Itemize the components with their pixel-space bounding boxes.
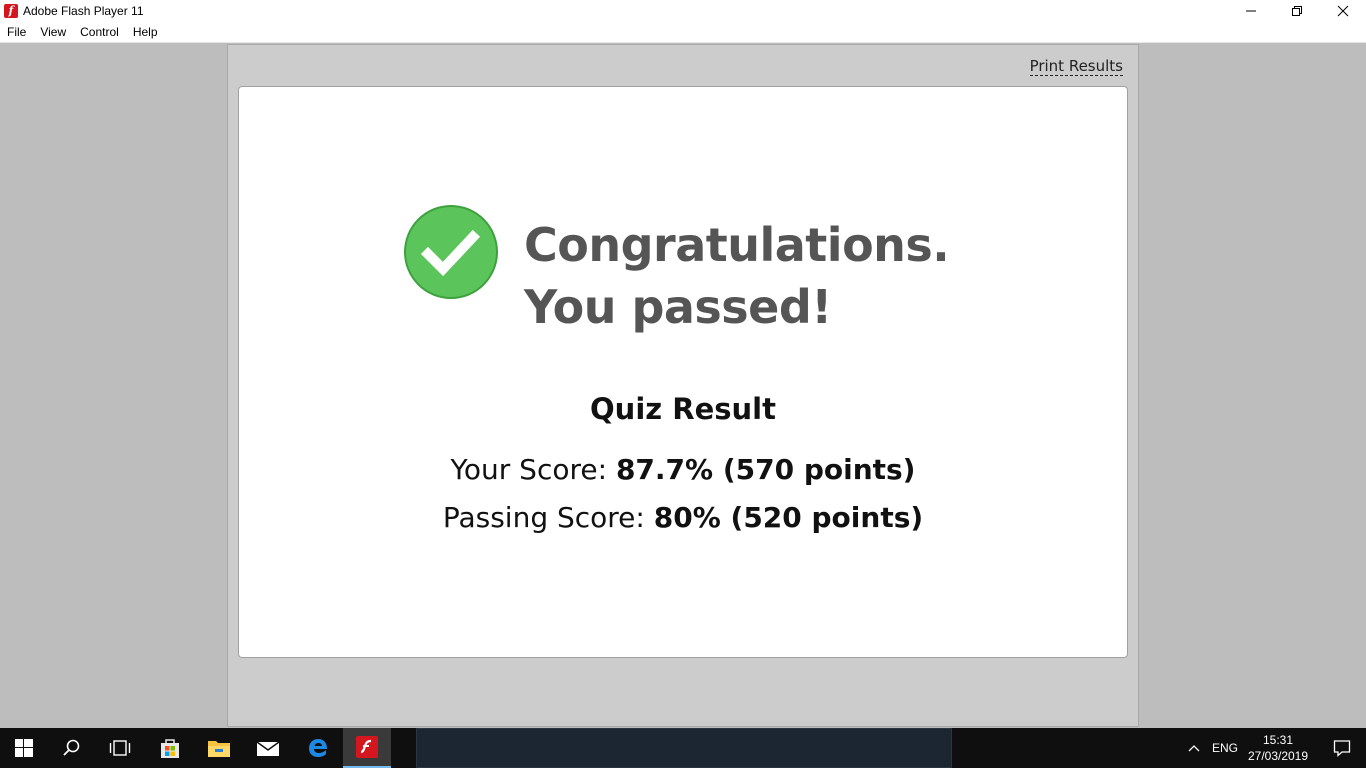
menu-help[interactable]: Help — [126, 22, 165, 43]
flash-player-taskbar-icon[interactable] — [343, 728, 391, 768]
restore-button[interactable] — [1274, 0, 1320, 22]
quiz-result-panel: Congratulations. You passed! Quiz Result… — [238, 86, 1128, 658]
print-results-link[interactable]: Print Results — [1029, 57, 1123, 76]
quiz-result-title: Quiz Result — [590, 392, 776, 426]
taskbar-window-preview — [416, 728, 952, 768]
your-score-line: Your Score: 87.7% (570 points) — [239, 453, 1127, 486]
search-icon[interactable] — [48, 728, 96, 768]
language-indicator[interactable]: ENG — [1212, 741, 1238, 755]
close-button[interactable] — [1320, 0, 1366, 22]
title-bar: f Adobe Flash Player 11 — [0, 0, 1366, 22]
your-score-value: 87.7% (570 points) — [615, 453, 916, 486]
passing-score-label: Passing Score: — [442, 501, 645, 534]
taskbar: ENG 15:31 27/03/2019 — [0, 728, 1366, 768]
flash-stage: Print Results Congratulations. You passe… — [227, 44, 1139, 727]
headline-line-1: Congratulations. — [524, 218, 950, 272]
restore-icon — [1292, 6, 1302, 16]
menu-bar: File View Control Help — [0, 22, 1366, 43]
chevron-up-icon[interactable] — [1182, 728, 1206, 768]
store-icon[interactable] — [146, 728, 194, 768]
menu-view[interactable]: View — [33, 22, 73, 43]
window-controls — [1228, 0, 1366, 22]
action-center-icon[interactable] — [1318, 728, 1366, 768]
congratulations-heading: Congratulations. You passed! — [524, 214, 950, 338]
menu-control[interactable]: Control — [73, 22, 126, 43]
flash-player-icon: f — [4, 4, 18, 18]
your-score-label: Your Score: — [450, 453, 608, 486]
minimize-button[interactable] — [1228, 0, 1274, 22]
passing-score-line: Passing Score: 80% (520 points) — [239, 501, 1127, 534]
menu-file[interactable]: File — [0, 22, 33, 43]
task-view-icon[interactable] — [96, 728, 144, 768]
passing-score-value: 80% (520 points) — [653, 501, 924, 534]
headline-line-2: You passed! — [524, 280, 832, 334]
minimize-icon — [1246, 10, 1256, 12]
file-explorer-icon[interactable] — [195, 728, 243, 768]
windows-start-icon[interactable] — [0, 728, 48, 768]
clock-time: 15:31 — [1262, 733, 1294, 747]
clock-date: 27/03/2019 — [1247, 749, 1309, 763]
window-title: Adobe Flash Player 11 — [23, 4, 144, 18]
success-check-icon — [404, 205, 498, 299]
taskbar-clock[interactable]: 15:31 27/03/2019 — [1244, 732, 1312, 764]
edge-icon[interactable] — [294, 728, 342, 768]
mail-icon[interactable] — [244, 728, 292, 768]
close-icon — [1337, 5, 1349, 17]
